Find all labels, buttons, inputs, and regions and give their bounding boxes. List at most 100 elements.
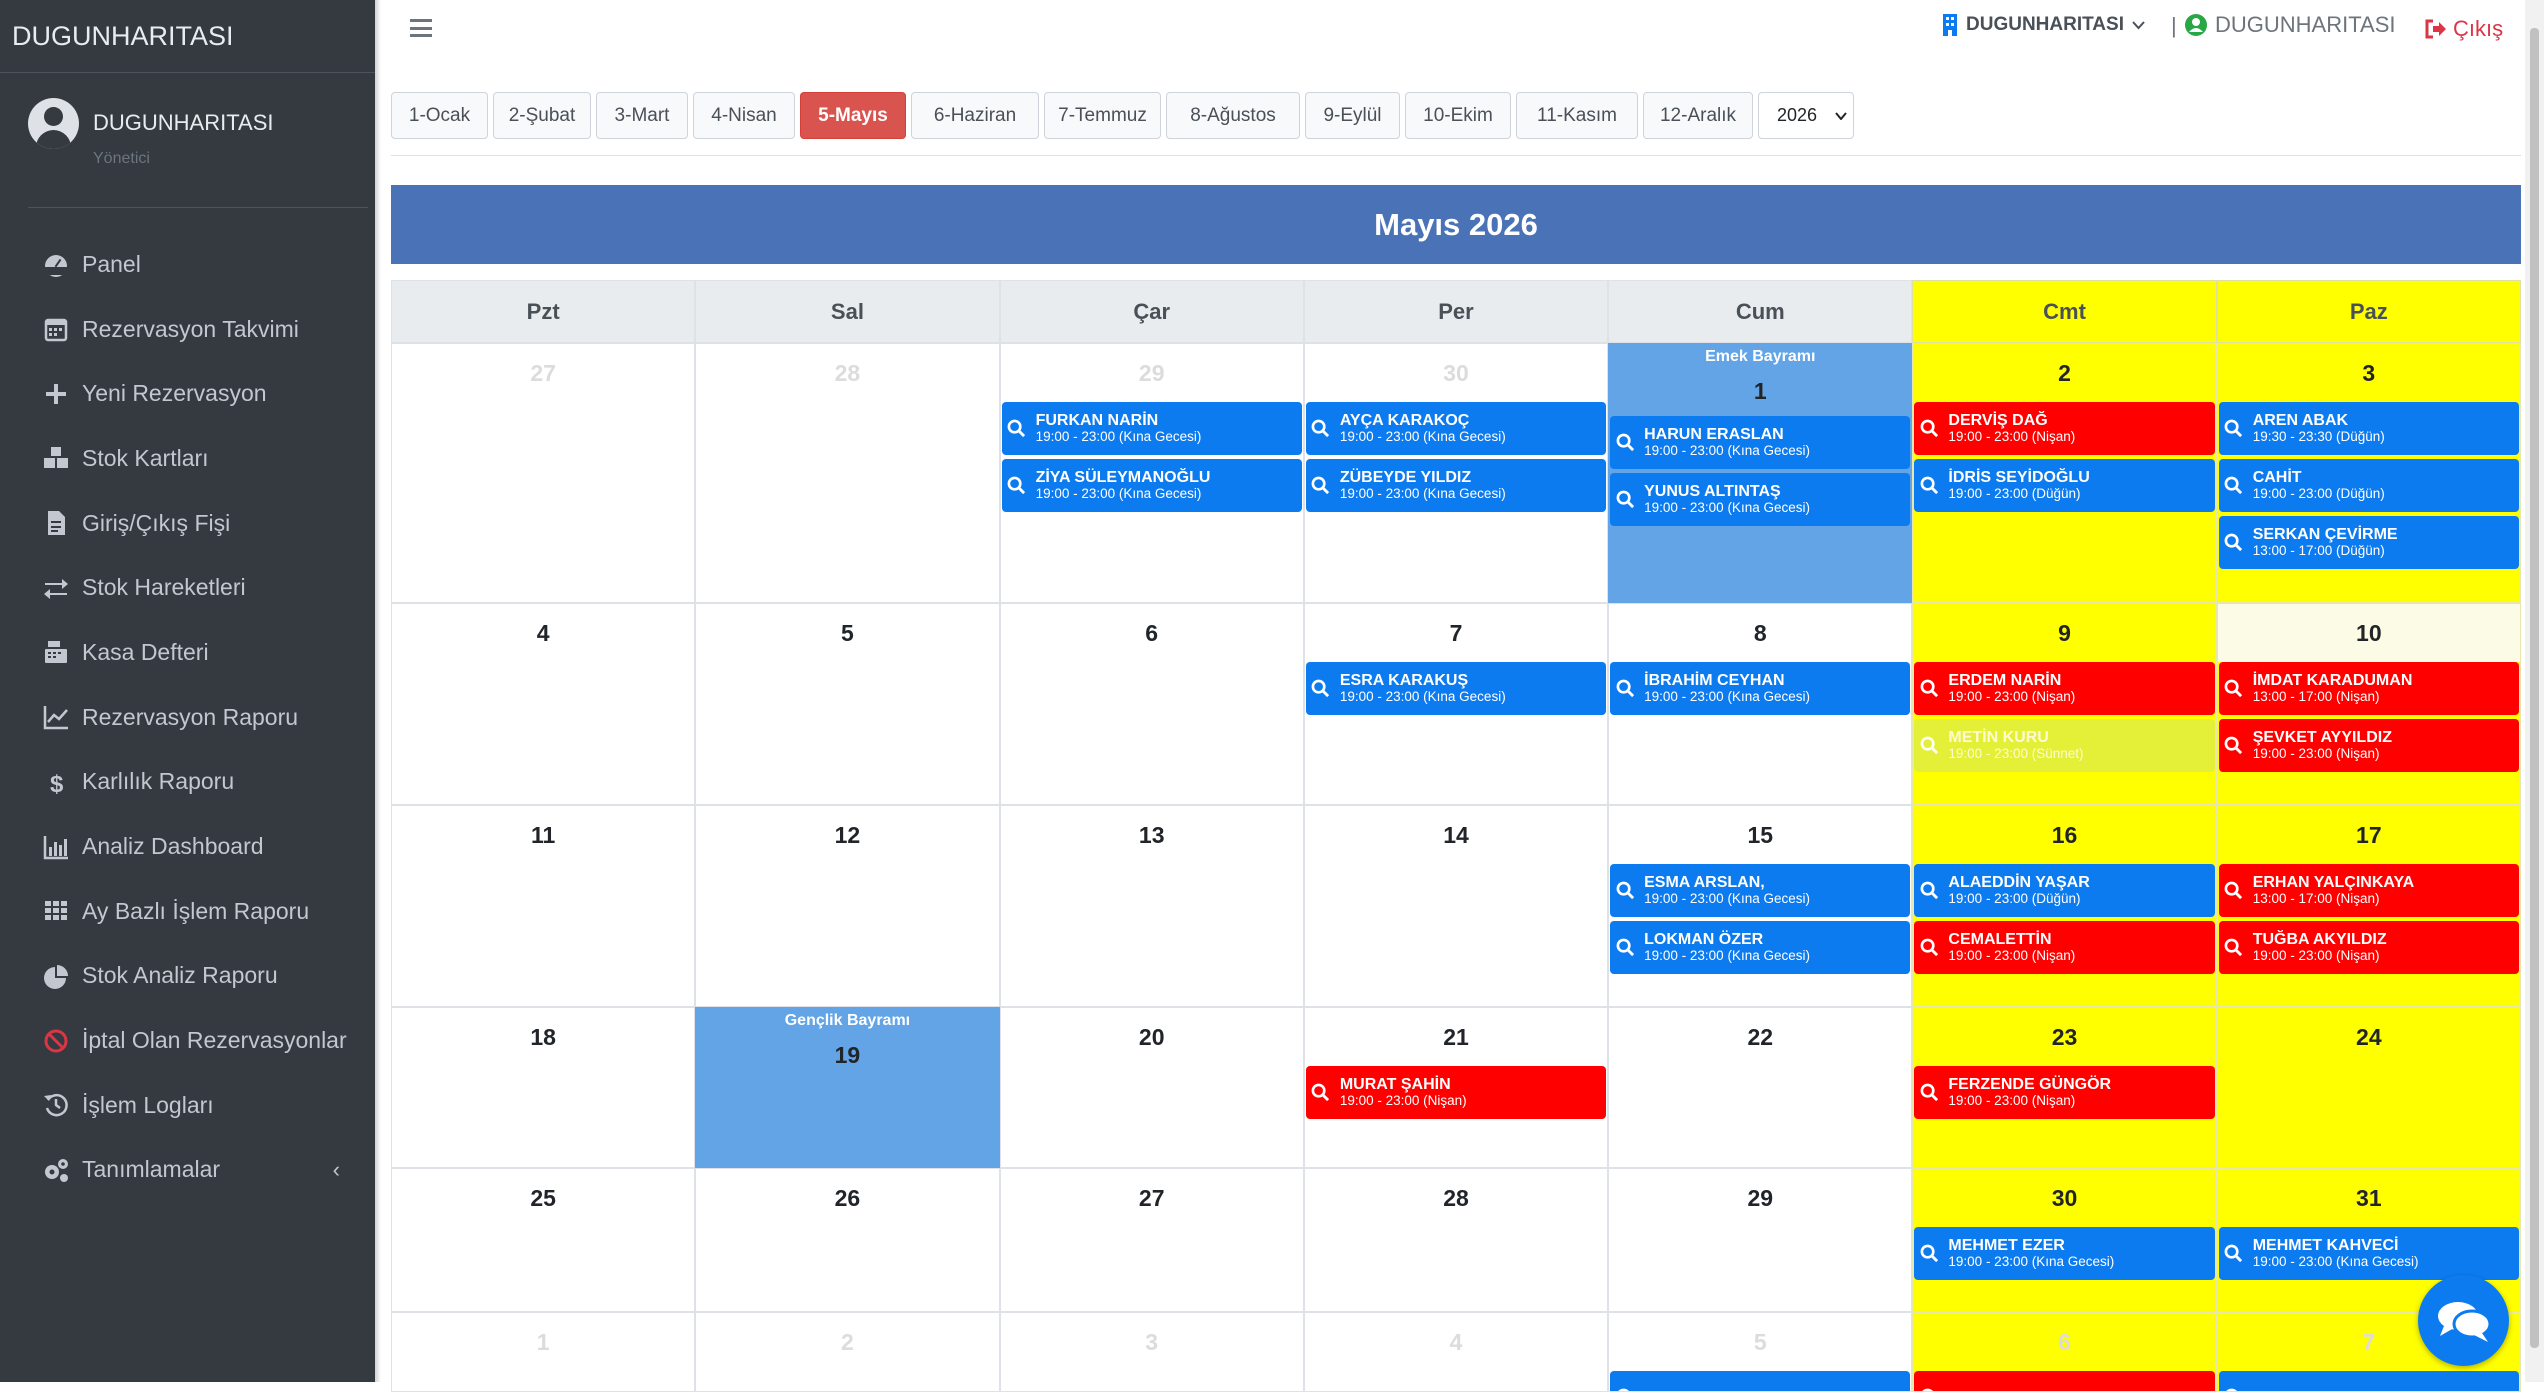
reservation-event[interactable]: CEMALETTİN 19:00 - 23:00 (Nişan) (1914, 921, 2215, 974)
day-cell[interactable]: 1 (391, 1312, 696, 1392)
month-button-12[interactable]: 12-Aralık (1643, 92, 1753, 139)
search-icon[interactable] (1914, 402, 1944, 455)
day-cell[interactable]: 16 ALAEDDİN YAŞAR 19:00 - 23:00 (Düğün) CEM… (1912, 805, 2217, 1007)
search-icon[interactable] (1914, 662, 1944, 715)
reservation-event[interactable]: ESRA KARAKUŞ 19:00 - 23:00 (Kına Gecesi) (1305, 662, 1607, 715)
day-cell[interactable]: 29 FURKAN NARİN 19:00 - 23:00 (Kına Gecesi… (999, 343, 1304, 603)
reservation-event[interactable]: MURAT ŞAHİN 19:00 - 23:00 (Nişan) (1305, 1066, 1607, 1119)
day-cell[interactable]: 15 ESMA ARSLAN, 19:00 - 23:00 (Kına Gecesi… (1608, 805, 1913, 1007)
month-button-9[interactable]: 9-Eylül (1305, 92, 1400, 139)
month-button-5[interactable]: 5-Mayıs (800, 92, 906, 139)
day-cell[interactable]: 9 ERDEM NARİN 19:00 - 23:00 (Nişan) METİN K… (1912, 603, 2217, 805)
sidebar-item-8[interactable]: $ Karlılık Raporu (0, 750, 375, 815)
day-cell[interactable]: 7 ESRA KARAKUŞ 19:00 - 23:00 (Kına Gecesi) (1303, 603, 1609, 805)
day-cell[interactable]: 13 (999, 805, 1304, 1007)
reservation-event[interactable]: LOKMAN ÖZER 19:00 - 23:00 (Kına Gecesi) (1610, 921, 1911, 974)
day-cell[interactable]: 30 MEHMET EZER 19:00 - 23:00 (Kına Gecesi) (1912, 1168, 2217, 1312)
reservation-event[interactable]: DERVİŞ DAĞ 19:00 - 23:00 (Nişan) (1914, 402, 2215, 455)
vertical-scrollbar[interactable] (2525, 0, 2544, 1382)
reservation-event[interactable]: MEHMET KAHVECİ 19:00 - 23:00 (Kına Gecesi… (2218, 1227, 2519, 1280)
month-button-10[interactable]: 10-Ekim (1405, 92, 1511, 139)
search-icon[interactable] (1914, 921, 1944, 974)
search-icon[interactable] (1610, 921, 1640, 974)
brand-title[interactable]: DUGUNHARITASI (0, 0, 375, 73)
search-icon[interactable] (1914, 719, 1944, 772)
reservation-event[interactable]: AYÇA KARAKOÇ 19:00 - 23:00 (Kına Gecesi) (1305, 402, 1607, 455)
day-cell[interactable]: 3 (999, 1312, 1304, 1392)
day-cell[interactable]: 2 DERVİŞ DAĞ 19:00 - 23:00 (Nişan) İDRİS SE… (1912, 343, 2217, 603)
sidebar-item-1[interactable]: Rezervasyon Takvimi (0, 297, 375, 362)
search-icon[interactable] (2219, 516, 2249, 569)
sidebar-item-10[interactable]: Ay Bazlı İşlem Raporu (0, 879, 375, 944)
reservation-event[interactable]: AREN ABAK 19:30 - 23:30 (Düğün) (2218, 402, 2519, 455)
month-button-3[interactable]: 3-Mart (596, 92, 688, 139)
day-cell[interactable]: 10 İMDAT KARADUMAN 13:00 - 17:00 (Nişan) ŞE… (2216, 603, 2521, 805)
day-cell[interactable]: 8 İBRAHİM CEYHAN 19:00 - 23:00 (Kına Geces… (1608, 603, 1913, 805)
search-icon[interactable] (2219, 1227, 2249, 1280)
day-cell[interactable]: 2 (695, 1312, 1000, 1392)
search-icon[interactable] (1610, 662, 1640, 715)
search-icon[interactable] (1914, 459, 1944, 512)
logout-button[interactable]: Çıkış (2425, 16, 2503, 42)
day-cell[interactable]: 29 (1608, 1168, 1913, 1312)
day-cell[interactable]: 4 (1303, 1312, 1609, 1392)
reservation-event[interactable]: ERHAN YALÇINKAYA 13:00 - 17:00 (Nişan) (2218, 864, 2519, 917)
day-cell[interactable]: 11 (391, 805, 696, 1007)
reservation-event[interactable]: ALAEDDİN YAŞAR 19:00 - 23:00 (Düğün) (1914, 864, 2215, 917)
month-button-1[interactable]: 1-Ocak (391, 92, 488, 139)
day-cell[interactable]: 28 (1303, 1168, 1609, 1312)
search-icon[interactable] (1306, 402, 1336, 455)
month-button-2[interactable]: 2-Şubat (493, 92, 591, 139)
reservation-event[interactable]: FURKAN NARİN 19:00 - 23:00 (Kına Gecesi) (1001, 402, 1302, 455)
reservation-event[interactable]: TUĞBA AKYILDIZ 19:00 - 23:00 (Nişan) (2218, 921, 2519, 974)
reservation-event[interactable]: ERDEM NARİN 19:00 - 23:00 (Nişan) (1914, 662, 2215, 715)
day-cell[interactable]: Gençlik Bayramı 19 (695, 1007, 1000, 1168)
reservation-event[interactable]: İMDAT KARADUMAN 13:00 - 17:00 (Nişan) (2218, 662, 2519, 715)
search-icon[interactable] (1914, 1227, 1944, 1280)
reservation-event[interactable]: YUNUS ALTINTAŞ 19:00 - 23:00 (Kına Gecesi… (1610, 473, 1911, 526)
day-cell[interactable]: 5 (695, 603, 1000, 805)
chat-button[interactable] (2418, 1275, 2509, 1366)
sidebar-item-7[interactable]: Rezervasyon Raporu (0, 685, 375, 750)
search-icon[interactable] (1306, 459, 1336, 512)
day-cell[interactable]: 23 FERZENDE GÜNGÖR 19:00 - 23:00 (Nişan) (1912, 1007, 2217, 1168)
search-icon[interactable] (1002, 459, 1032, 512)
day-cell[interactable]: 3 AREN ABAK 19:30 - 23:30 (Düğün) CAHİT 19:0… (2216, 343, 2521, 603)
reservation-event[interactable]: ŞEVKET AYYILDIZ 19:00 - 23:00 (Nişan) (2218, 719, 2519, 772)
sidebar-item-11[interactable]: Stok Analiz Raporu (0, 944, 375, 1009)
search-icon[interactable] (1914, 1066, 1944, 1119)
search-icon[interactable] (1306, 662, 1336, 715)
reservation-event[interactable]: ESMA ARSLAN, 19:00 - 23:00 (Kına Gecesi) (1610, 864, 1911, 917)
day-cell[interactable]: 26 (695, 1168, 1000, 1312)
avatar-icon[interactable] (28, 98, 79, 149)
sidebar-item-0[interactable]: Panel (0, 232, 375, 297)
month-button-4[interactable]: 4-Nisan (693, 92, 795, 139)
sidebar-item-14[interactable]: Tanımlamalar ‹ (0, 1138, 375, 1203)
search-icon[interactable] (2219, 921, 2249, 974)
reservation-event[interactable]: MEHMET EZER 19:00 - 23:00 (Kına Gecesi) (1914, 1227, 2215, 1280)
reservation-event[interactable]: SERKAN ÇEVİRME 13:00 - 17:00 (Düğün) (2218, 516, 2519, 569)
sidebar-item-13[interactable]: İşlem Logları (0, 1073, 375, 1138)
year-select[interactable]: 2026 (1758, 92, 1854, 139)
search-icon[interactable] (2219, 662, 2249, 715)
search-icon[interactable] (2219, 719, 2249, 772)
day-cell[interactable]: 14 (1303, 805, 1609, 1007)
search-icon[interactable] (1610, 864, 1640, 917)
user-menu[interactable]: DUGUNHARITASI (2185, 12, 2396, 38)
reservation-event[interactable]: İBRAHİM CEYHAN 19:00 - 23:00 (Kına Gecesi… (1610, 662, 1911, 715)
search-icon[interactable] (2219, 864, 2249, 917)
menu-toggle-icon[interactable] (410, 19, 432, 37)
day-cell[interactable]: 6 (999, 603, 1304, 805)
day-cell[interactable]: 5 (1608, 1312, 1913, 1392)
sidebar-item-9[interactable]: Analiz Dashboard (0, 814, 375, 879)
search-icon[interactable] (2219, 402, 2249, 455)
day-cell[interactable]: 12 (695, 805, 1000, 1007)
reservation-event[interactable]: CAHİT 19:00 - 23:00 (Düğün) (2218, 459, 2519, 512)
reservation-event[interactable]: FERZENDE GÜNGÖR 19:00 - 23:00 (Nişan) (1914, 1066, 2215, 1119)
reservation-event[interactable]: ZÜBEYDE YILDIZ 19:00 - 23:00 (Kına Gecesi… (1305, 459, 1607, 512)
month-button-8[interactable]: 8-Ağustos (1166, 92, 1300, 139)
day-cell[interactable]: 20 (999, 1007, 1304, 1168)
day-cell[interactable]: 17 ERHAN YALÇINKAYA 13:00 - 17:00 (Nişan) T… (2216, 805, 2521, 1007)
search-icon[interactable] (1306, 1066, 1336, 1119)
day-cell[interactable]: 24 (2216, 1007, 2521, 1168)
